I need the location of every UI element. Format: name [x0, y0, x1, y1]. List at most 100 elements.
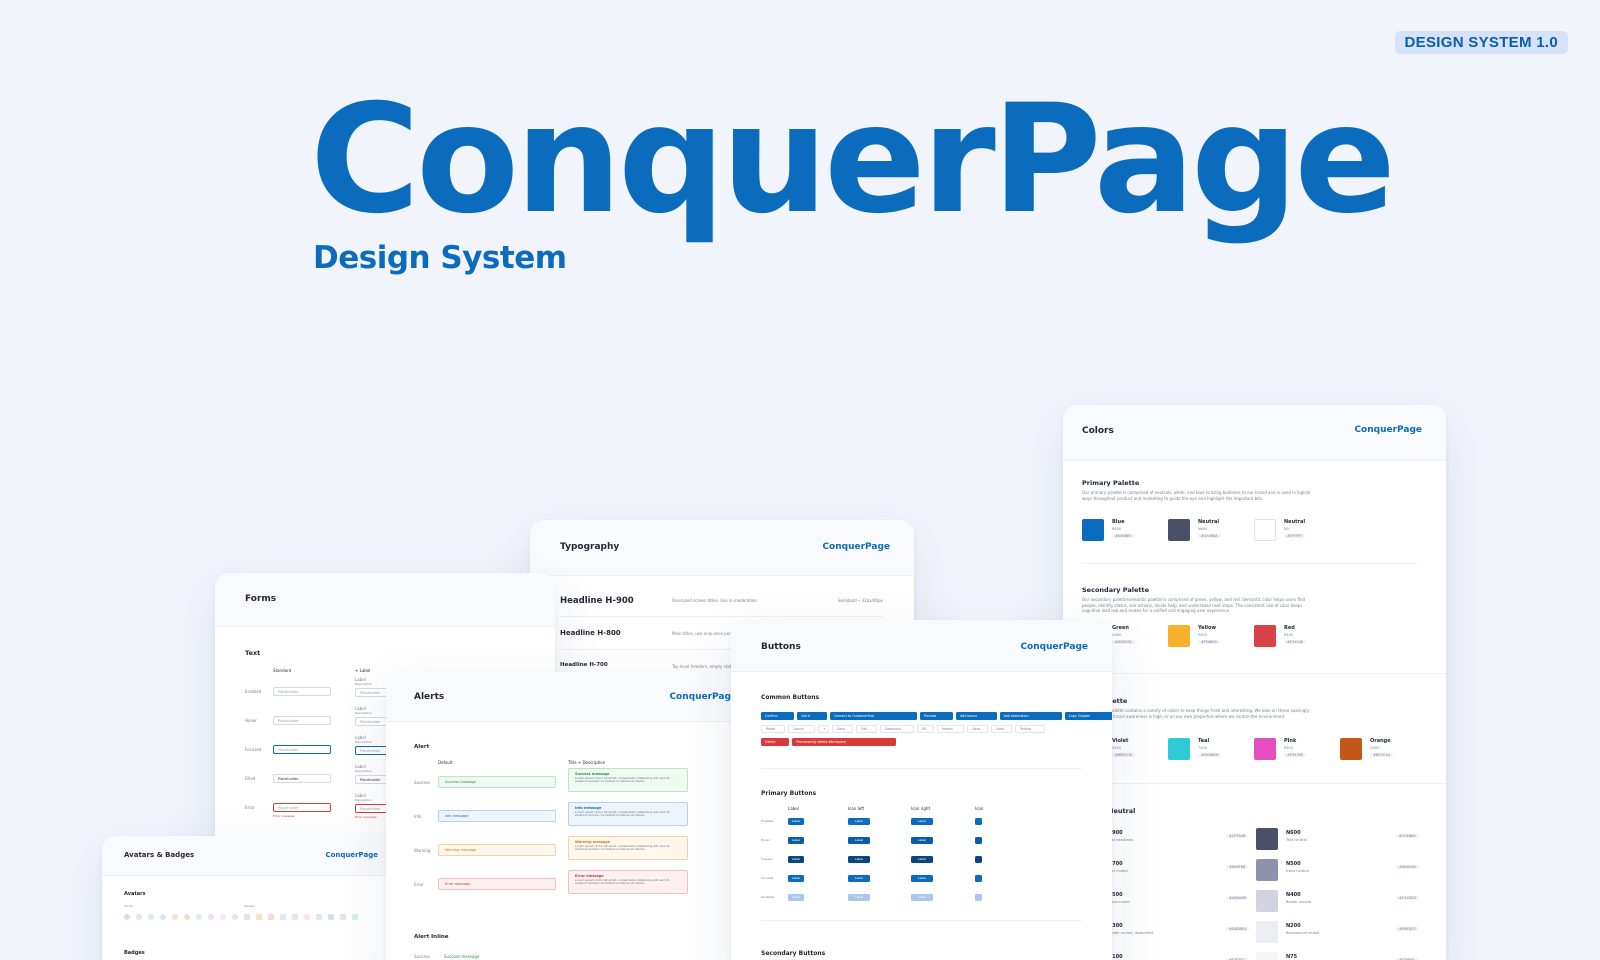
ghost-button[interactable]: Note — [991, 725, 1012, 733]
field-description: Description — [355, 769, 373, 773]
swatch-hex: #E2414E — [1284, 640, 1307, 644]
icon-left-button[interactable]: Label — [848, 875, 870, 882]
swatch-token: N0 — [1284, 527, 1289, 531]
icon-right-button[interactable]: Label — [911, 818, 933, 825]
icon-left-button[interactable]: Label — [848, 837, 870, 844]
card-header: Avatars & Badges ConquerPage — [102, 836, 402, 876]
secondary-palette-desc: Our secondary palette/semantic palette i… — [1082, 597, 1306, 614]
primary-button[interactable]: Add bonus — [956, 712, 997, 720]
avatar-square — [316, 914, 322, 920]
swatch-token: P400 — [1284, 746, 1293, 750]
label-button[interactable]: Label — [788, 818, 804, 825]
brand-logo: ConquerPage — [669, 692, 737, 702]
alert-state: Success — [414, 780, 431, 785]
neutral-hex: #EBEDF2 — [1396, 927, 1419, 931]
icon-right-button[interactable]: Label — [911, 894, 933, 901]
color-swatch — [1254, 738, 1276, 760]
avatar-circle — [232, 914, 238, 920]
error-message: Error message — [355, 815, 377, 819]
icon-left-button[interactable]: Label — [848, 894, 870, 901]
swatch-name: Orange — [1370, 738, 1391, 744]
neutral-token: N500 — [1286, 861, 1301, 867]
text-input[interactable]: Placeholder — [273, 687, 331, 696]
card-title: Colors — [1082, 426, 1114, 436]
icon-right-button[interactable]: Label — [911, 875, 933, 882]
label-button[interactable]: Label — [788, 894, 804, 901]
icon-left-button[interactable]: Label — [848, 856, 870, 863]
icon-button[interactable] — [975, 875, 982, 882]
neutral-token: N400 — [1286, 892, 1301, 898]
ghost-button[interactable]: Off — [916, 725, 935, 733]
card-header: Typography ConquerPage — [530, 520, 914, 576]
text-input[interactable]: Placeholder — [273, 803, 331, 812]
avatar-square — [256, 914, 262, 920]
swatch-token: G400 — [1112, 633, 1122, 637]
grid-row-state: Enabled — [761, 819, 774, 823]
swatch-token: N600 — [1198, 527, 1208, 531]
icon-button[interactable] — [975, 894, 982, 901]
icon-right-button[interactable]: Label — [911, 856, 933, 863]
neutral-token: N600 — [1286, 830, 1301, 836]
brand-logo: ConquerPage — [822, 542, 890, 552]
col-standard: Standard — [273, 668, 292, 673]
neutral-hex: #A6AAB9 — [1226, 896, 1250, 900]
swatch-token: B400 — [1112, 527, 1122, 531]
icon-button[interactable] — [975, 818, 982, 825]
avatar-square — [304, 914, 310, 920]
colors-card: Colors ConquerPage Primary Palette Our p… — [1063, 405, 1446, 960]
danger-button[interactable]: Permanently delete Workspace — [792, 738, 896, 746]
alert-default: Info message — [438, 810, 556, 822]
text-input[interactable]: Placeholder — [273, 716, 331, 725]
neutral-hex: #8A8EA6 — [1396, 865, 1419, 869]
ghost-button[interactable]: Download — [880, 725, 914, 733]
ghost-button[interactable]: Cancel — [788, 725, 816, 733]
label-button[interactable]: Label — [788, 875, 804, 882]
ghost-button[interactable]: Edit — [856, 725, 877, 733]
ghost-button[interactable]: Save — [967, 725, 989, 733]
grid-col-header: Label — [788, 806, 799, 811]
col-default: Default — [438, 760, 453, 765]
text-input[interactable]: Placeholder — [273, 774, 331, 783]
label-button[interactable]: Label — [788, 837, 804, 844]
label-button[interactable]: Label — [788, 856, 804, 863]
swatch-hex: #474B6A — [1198, 534, 1221, 538]
primary-button[interactable]: Preview — [920, 712, 954, 720]
error-message: Error message — [273, 814, 295, 818]
primary-button[interactable]: Confirm — [761, 712, 795, 720]
danger-button[interactable]: Delete — [761, 738, 790, 746]
neutral-swatch — [1256, 952, 1278, 960]
neutral-swatch — [1256, 890, 1278, 912]
alert-default: Error message — [438, 878, 556, 890]
ghost-button[interactable]: Reset — [761, 725, 785, 733]
grid-row-state: Hover — [761, 838, 770, 842]
ghost-button[interactable]: Back — [832, 725, 854, 733]
swatch-name: Red — [1284, 625, 1295, 631]
primary-button[interactable]: Copy Snippet — [1064, 712, 1112, 720]
form-state: Focused — [245, 747, 262, 752]
primary-buttons-heading: Primary Buttons — [761, 790, 817, 797]
icon-button[interactable] — [975, 856, 982, 863]
version-tag: DESIGN SYSTEM 1.0 — [1394, 31, 1568, 54]
text-input[interactable]: Placeholder — [273, 745, 331, 754]
col-title-desc: Title + Description — [568, 760, 606, 765]
icon-left-button[interactable]: Label — [848, 818, 870, 825]
avatar-circle — [160, 914, 166, 920]
neutral-hex: #474B6A — [1396, 834, 1419, 838]
icon-right-button[interactable]: Label — [911, 837, 933, 844]
grid-row-state: Disabled — [761, 895, 775, 899]
ghost-button[interactable]: Import — [937, 725, 965, 733]
neutral-hex: #D8DBE4 — [1226, 927, 1250, 931]
neutral-hex: #2F334B — [1226, 834, 1249, 838]
grid-col-header: Icon left — [848, 806, 865, 811]
ghost-button[interactable]: + — [818, 725, 830, 733]
primary-button[interactable]: Add destination — [999, 712, 1062, 720]
primary-button[interactable]: Connect to CustomerHub — [829, 712, 917, 720]
icon-button[interactable] — [975, 837, 982, 844]
primary-button[interactable]: Got it — [797, 712, 827, 720]
ghost-button[interactable]: Testing — [1015, 725, 1046, 733]
swatch-hex: #00B8D9 — [1198, 753, 1221, 757]
hero-subtitle: Design System — [313, 240, 567, 276]
avatar-square — [340, 914, 346, 920]
avatar-square — [280, 914, 286, 920]
neutral-hex: #C1C5D2 — [1396, 896, 1420, 900]
